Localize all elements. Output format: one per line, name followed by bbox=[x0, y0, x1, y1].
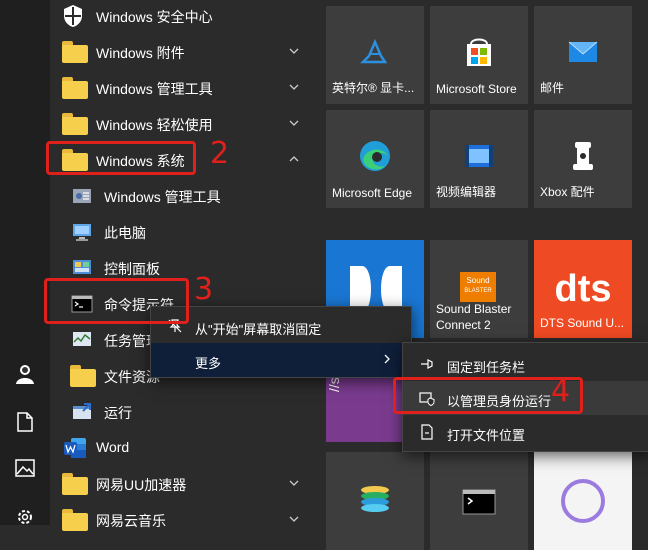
dts-logo: dts bbox=[554, 268, 612, 310]
tile-label: 视频编辑器 bbox=[436, 185, 497, 199]
shield-icon bbox=[62, 4, 88, 28]
tile-label: 英特尔® 显卡... bbox=[332, 81, 415, 95]
menu-item-label: 打开文件位置 bbox=[447, 428, 526, 443]
pin-icon bbox=[419, 356, 435, 372]
word-icon bbox=[62, 436, 88, 460]
app-item-label: 控制面板 bbox=[104, 261, 160, 277]
app-item-label: Windows 管理工具 bbox=[104, 189, 221, 205]
open-folder-icon bbox=[419, 424, 435, 440]
context-menu: 从"开始"屏幕取消固定 更多 bbox=[150, 306, 412, 378]
chevron-down-icon[interactable] bbox=[288, 512, 302, 526]
menu-item-label: 从"开始"屏幕取消固定 bbox=[195, 322, 322, 337]
task-manager-icon bbox=[70, 328, 96, 352]
app-item-windows-accessories[interactable]: Windows 附件 bbox=[50, 34, 320, 70]
folder-icon bbox=[62, 76, 88, 100]
tile-microsoft-edge[interactable]: Microsoft Edge bbox=[326, 110, 424, 208]
folder-icon bbox=[62, 112, 88, 136]
tile-microsoft-store[interactable]: Microsoft Store bbox=[430, 6, 528, 104]
pictures-icon[interactable] bbox=[13, 456, 37, 480]
app-item-uu-accelerator[interactable]: 网易UU加速器 bbox=[50, 466, 320, 502]
sound-blaster-icon: Sound BLASTER bbox=[460, 272, 496, 302]
start-left-rail bbox=[0, 0, 50, 525]
chevron-down-icon[interactable] bbox=[288, 476, 302, 490]
documents-icon[interactable] bbox=[13, 410, 37, 434]
tile-xbox-accessories[interactable]: Xbox 配件 bbox=[534, 110, 632, 208]
app-item-label: 此电脑 bbox=[104, 225, 146, 241]
app-item-windows-security[interactable]: Windows 安全中心 bbox=[50, 0, 320, 34]
sound-blaster-logo-line1: Sound bbox=[466, 276, 490, 285]
video-editor-icon bbox=[459, 136, 499, 176]
menu-item-pin-to-taskbar[interactable]: 固定到任务栏 bbox=[403, 347, 648, 381]
admin-tools-icon bbox=[70, 184, 96, 208]
intel-graphics-icon bbox=[355, 32, 395, 72]
tile-label-line1: Sound Blaster bbox=[436, 302, 512, 316]
edge-icon bbox=[355, 136, 395, 176]
app-item-label: Windows 轻松使用 bbox=[96, 117, 213, 133]
store-icon bbox=[459, 32, 499, 72]
annotation-step-3: 3 bbox=[194, 272, 214, 307]
tile-stacked-app[interactable] bbox=[326, 452, 424, 550]
app-item-run[interactable]: 运行 bbox=[50, 394, 320, 430]
ring-icon bbox=[558, 476, 608, 526]
tile-sound-blaster-connect[interactable]: Sound BLASTER Sound Blaster Connect 2 bbox=[430, 240, 528, 338]
annotation-step-4: 4 bbox=[551, 374, 571, 409]
control-panel-icon bbox=[70, 256, 96, 280]
app-item-label: Windows 附件 bbox=[96, 45, 185, 61]
tile-video-editor[interactable]: 视频编辑器 bbox=[430, 110, 528, 208]
tile-label: Microsoft Edge bbox=[332, 186, 413, 200]
app-item-label: Word bbox=[96, 439, 130, 455]
xbox-accessories-icon bbox=[563, 136, 603, 176]
mail-icon bbox=[563, 32, 603, 72]
tile-intel-graphics[interactable]: 英特尔® 显卡... bbox=[326, 6, 424, 104]
folder-icon bbox=[62, 472, 88, 496]
app-item-windows-ease-of-access[interactable]: Windows 轻松使用 bbox=[50, 106, 320, 142]
annotation-box-windows-system bbox=[46, 141, 196, 175]
app-item-this-pc[interactable]: 此电脑 bbox=[50, 214, 320, 250]
folder-icon bbox=[62, 508, 88, 532]
app-item-windows-admin-tools[interactable]: Windows 管理工具 bbox=[50, 178, 320, 214]
tile-command-prompt[interactable] bbox=[430, 452, 528, 550]
chevron-up-icon[interactable] bbox=[288, 152, 302, 166]
run-icon bbox=[70, 400, 96, 424]
annotation-step-2: 2 bbox=[210, 136, 230, 171]
annotation-box-command-prompt bbox=[44, 278, 189, 324]
tile-circle-app[interactable] bbox=[534, 452, 632, 550]
app-item-word[interactable]: Word bbox=[50, 430, 320, 466]
tile-label-line2: Connect 2 bbox=[436, 318, 491, 332]
tile-dts-sound[interactable]: dts DTS Sound U... bbox=[534, 240, 632, 338]
app-item-label: 网易UU加速器 bbox=[96, 477, 187, 493]
menu-item-more[interactable]: 更多 bbox=[151, 343, 411, 377]
app-list: Windows 安全中心 Windows 附件 Windows 管理工具 Win… bbox=[50, 0, 320, 531]
app-item-label: Windows 管理工具 bbox=[96, 81, 213, 97]
app-item-netease-music[interactable]: 网易云音乐 bbox=[50, 502, 320, 538]
chevron-down-icon[interactable] bbox=[288, 116, 302, 130]
menu-item-unpin-from-start[interactable]: 从"开始"屏幕取消固定 bbox=[151, 309, 411, 343]
sound-blaster-logo-line2: BLASTER bbox=[464, 288, 492, 294]
app-item-label: Windows 安全中心 bbox=[96, 9, 213, 25]
app-item-label: 网易云音乐 bbox=[96, 513, 166, 529]
menu-item-label: 固定到任务栏 bbox=[447, 360, 526, 375]
app-item-windows-admin-tools-folder[interactable]: Windows 管理工具 bbox=[50, 70, 320, 106]
tile-mail[interactable]: 邮件 bbox=[534, 6, 632, 104]
tile-label: 邮件 bbox=[540, 81, 565, 95]
tile-label: Xbox 配件 bbox=[540, 185, 595, 199]
file-explorer-icon bbox=[70, 364, 96, 388]
cmd-tile-icon bbox=[459, 484, 499, 524]
computer-icon bbox=[70, 220, 96, 244]
tile-label: DTS Sound U... bbox=[540, 316, 625, 330]
app-item-label: 运行 bbox=[104, 405, 132, 421]
tile-label: Microsoft Store bbox=[436, 82, 517, 96]
folder-icon bbox=[62, 40, 88, 64]
stacked-layers-icon bbox=[355, 478, 395, 518]
menu-item-open-file-location[interactable]: 打开文件位置 bbox=[403, 415, 648, 449]
settings-gear-icon[interactable] bbox=[13, 505, 37, 529]
chevron-down-icon[interactable] bbox=[288, 44, 302, 58]
chevron-right-icon bbox=[381, 353, 393, 368]
menu-item-label: 更多 bbox=[195, 356, 222, 371]
user-avatar-icon[interactable] bbox=[13, 362, 37, 386]
chevron-down-icon[interactable] bbox=[288, 80, 302, 94]
